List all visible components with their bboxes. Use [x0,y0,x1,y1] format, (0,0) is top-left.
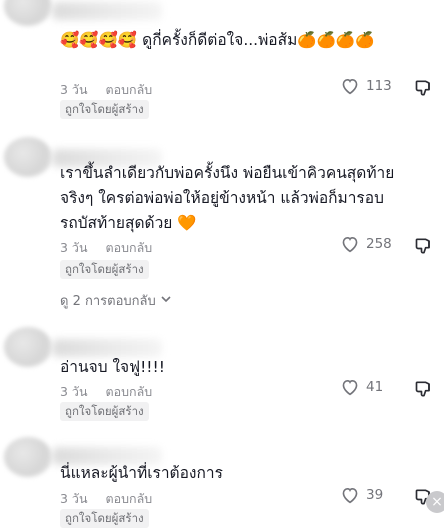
reply-button[interactable]: ตอบกลับ [106,382,153,402]
comment-text: นี่แหละผู้นำที่เราต้องการ [60,464,223,482]
thumbs-down-icon[interactable] [414,236,434,256]
thumbs-down-icon[interactable] [414,379,434,399]
like-button[interactable]: 41 [340,378,383,396]
reply-button[interactable]: ตอบกลับ [106,489,153,509]
like-button[interactable]: 113 [340,77,392,95]
comment-time: 3 วัน [60,491,88,506]
avatar[interactable] [4,0,52,26]
close-icon[interactable]: × [426,491,444,513]
comment-meta: 3 วัน ตอบกลับ [60,489,152,509]
like-button[interactable]: 258 [340,235,392,253]
like-button[interactable]: 39 [340,486,383,504]
username-blurred[interactable] [52,2,162,20]
heart-outline-icon [340,77,360,95]
avatar[interactable] [4,327,52,367]
comment-time: 3 วัน [60,240,88,255]
liked-by-creator-badge: ถูกใจโดยผู้สร้าง [60,260,149,279]
like-count: 113 [366,78,392,94]
heart-outline-icon [340,378,360,396]
comment-text: อ่านจบ ใจฟู!!!! [60,358,165,376]
comment-text: เราขึ้นลำเดียวกับพ่อครั้งนึง พ่อยืนเข้าค… [60,164,395,232]
view-replies-label: ดู 2 การตอบกลับ [60,294,156,309]
comment-item: นี่แหละผู้นำที่เราต้องการ 3 วัน ตอบกลับ … [0,425,444,528]
avatar[interactable] [4,437,52,477]
chevron-down-icon [160,293,172,309]
comment-item: 🥰🥰🥰🥰 ดูกี่ครั้งก็ดีต่อใจ...พ่อส้ม🍊🍊🍊🍊 3 … [0,0,444,125]
liked-by-creator-badge: ถูกใจโดยผู้สร้าง [60,402,149,421]
comment-text: 🥰🥰🥰🥰 ดูกี่ครั้งก็ดีต่อใจ...พ่อส้ม🍊🍊🍊🍊 [60,31,375,49]
reply-button[interactable]: ตอบกลับ [106,80,153,100]
comment-meta: 3 วัน ตอบกลับ [60,80,152,100]
avatar[interactable] [4,137,52,177]
comment-item: อ่านจบ ใจฟู!!!! 3 วัน ตอบกลับ ถูกใจโดยผู… [0,315,444,425]
comment-item: เราขึ้นลำเดียวกับพ่อครั้งนึง พ่อยืนเข้าค… [0,125,444,315]
liked-by-creator-badge: ถูกใจโดยผู้สร้าง [60,100,149,119]
thumbs-down-icon[interactable] [414,78,434,98]
comment-time: 3 วัน [60,82,88,97]
heart-outline-icon [340,486,360,504]
comment-meta: 3 วัน ตอบกลับ [60,238,152,258]
like-count: 41 [366,379,384,395]
view-replies-button[interactable]: ดู 2 การตอบกลับ [60,290,172,311]
liked-by-creator-badge: ถูกใจโดยผู้สร้าง [60,509,149,528]
comment-time: 3 วัน [60,384,88,399]
reply-button[interactable]: ตอบกลับ [106,238,153,258]
like-count: 258 [366,236,392,252]
like-count: 39 [366,487,384,503]
heart-outline-icon [340,235,360,253]
comment-meta: 3 วัน ตอบกลับ [60,382,152,402]
